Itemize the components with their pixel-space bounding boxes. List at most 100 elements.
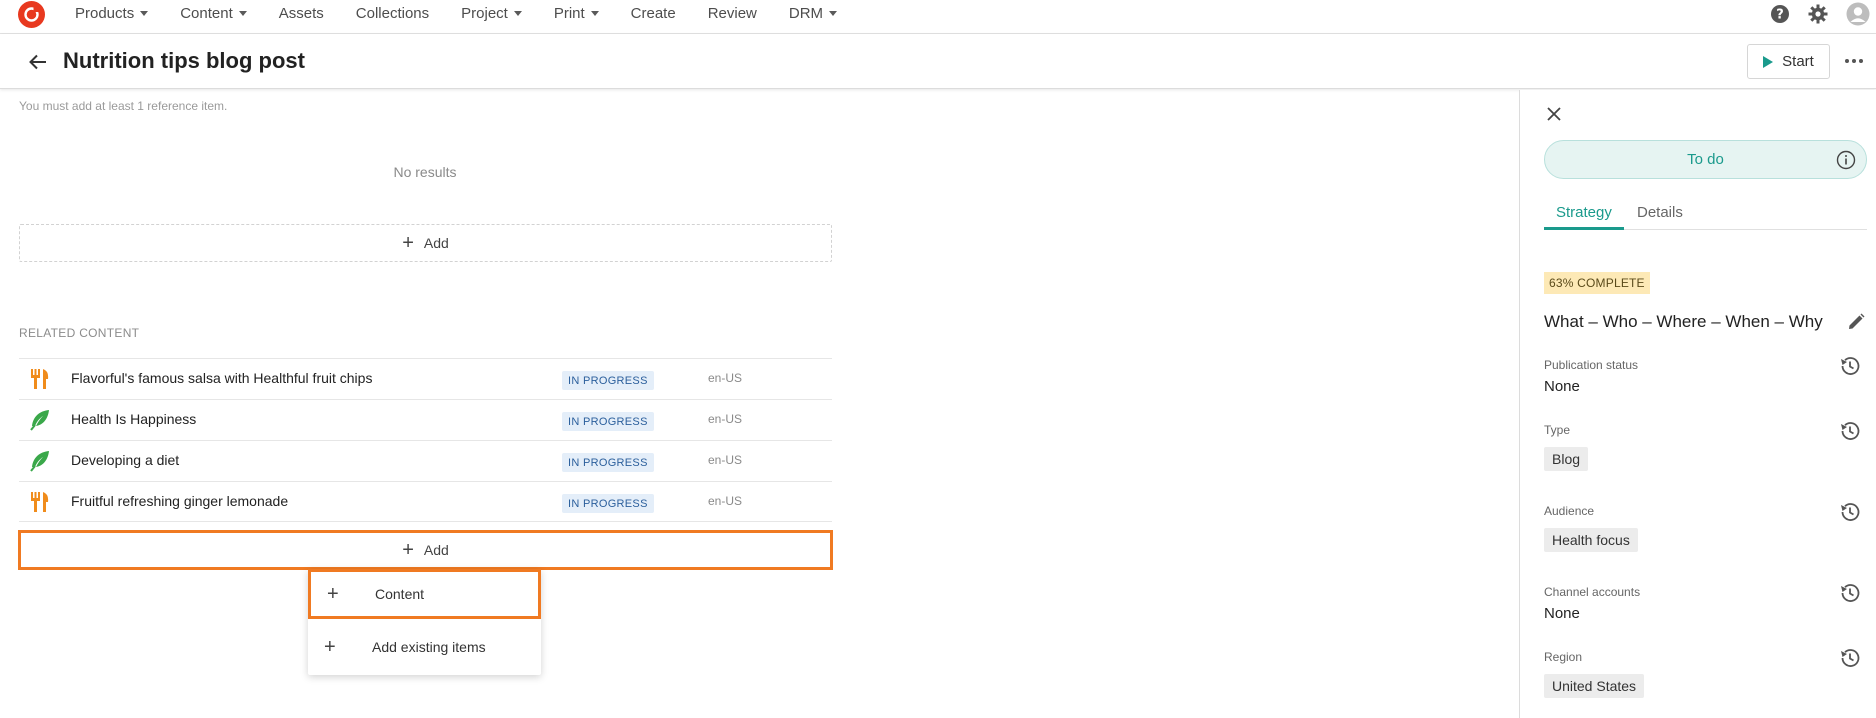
plus-icon: + xyxy=(327,583,339,605)
type-label: Type xyxy=(1544,423,1571,437)
type-chip: Blog xyxy=(1544,447,1589,471)
plus-icon: + xyxy=(324,636,336,658)
locale-text: en-US xyxy=(708,453,743,467)
nav-create-label: Create xyxy=(630,5,676,22)
related-content-title: Health Is Happiness xyxy=(71,411,197,427)
svg-text:?: ? xyxy=(1776,7,1784,22)
add-related-content-button[interactable]: + Add xyxy=(18,530,833,570)
add-existing-items-menu-item[interactable]: + Add existing items xyxy=(308,622,541,672)
channel-accounts-value: None xyxy=(1544,605,1580,622)
nav-products-label: Products xyxy=(75,5,135,22)
caret-down-icon xyxy=(140,11,149,16)
fork-knife-icon xyxy=(29,368,51,390)
nav-project[interactable]: Project xyxy=(461,5,522,22)
active-tab-indicator xyxy=(1544,227,1624,230)
add-reference-button[interactable]: + Add xyxy=(19,224,832,262)
related-content-title: Fruitful refreshing ginger lemonade xyxy=(71,493,289,509)
panel-tabs: Strategy Details xyxy=(1544,186,1867,230)
locale-text: en-US xyxy=(708,412,743,426)
related-content-title: Flavorful's famous salsa with Healthful … xyxy=(71,370,373,386)
feather-icon xyxy=(29,450,51,472)
nav-drm-label: DRM xyxy=(788,5,824,22)
related-content-list: Flavorful's famous salsa with Healthful … xyxy=(19,358,832,522)
region-label: Region xyxy=(1544,650,1583,664)
plus-icon: + xyxy=(402,232,414,254)
main-content: You must add at least 1 reference item. … xyxy=(0,90,1520,718)
history-icon[interactable] xyxy=(1838,581,1862,605)
caret-down-icon xyxy=(513,11,522,16)
workflow-state-label: To do xyxy=(1687,151,1724,168)
top-right-tools: ? xyxy=(1770,0,1876,27)
related-content-title: Developing a diet xyxy=(71,452,180,468)
related-content-row[interactable]: Developing a diet IN PROGRESS en-US xyxy=(19,440,832,481)
add-content-menu-item[interactable]: + Content xyxy=(308,569,541,619)
history-icon[interactable] xyxy=(1838,500,1862,524)
workflow-state-button[interactable]: To do xyxy=(1544,140,1867,179)
caret-down-icon xyxy=(238,11,247,16)
more-options-icon[interactable] xyxy=(1842,54,1866,68)
history-icon[interactable] xyxy=(1838,354,1862,378)
play-icon xyxy=(1763,55,1774,68)
audience-chip: Health focus xyxy=(1544,528,1638,552)
add-reference-label: Add xyxy=(423,235,449,251)
nav-create[interactable]: Create xyxy=(631,5,676,22)
nav-collections[interactable]: Collections xyxy=(356,5,429,22)
page-header: Nutrition tips blog post Start xyxy=(0,34,1876,89)
status-badge: IN PROGRESS xyxy=(562,494,654,513)
feather-icon xyxy=(29,409,51,431)
related-content-row[interactable]: Fruitful refreshing ginger lemonade IN P… xyxy=(19,481,832,522)
nav-project-label: Project xyxy=(461,5,508,22)
fork-knife-icon xyxy=(29,491,51,513)
channel-accounts-label: Channel accounts xyxy=(1544,585,1641,599)
nav-content[interactable]: Content xyxy=(180,5,247,22)
add-related-label: Add xyxy=(423,542,449,558)
no-results-text: No results xyxy=(393,164,457,180)
start-button[interactable]: Start xyxy=(1747,44,1830,79)
start-button-label: Start xyxy=(1782,53,1814,70)
details-side-panel: To do Strategy Details 63% COMPLETE What… xyxy=(1519,90,1876,718)
publication-status-label: Publication status xyxy=(1544,358,1639,372)
nav-content-label: Content xyxy=(180,5,233,22)
related-content-row[interactable]: Flavorful's famous salsa with Healthful … xyxy=(19,358,832,399)
nav-drm[interactable]: DRM xyxy=(788,5,838,22)
history-icon[interactable] xyxy=(1838,419,1862,443)
add-existing-items-label: Add existing items xyxy=(372,639,486,655)
top-nav: Products Content Assets Collections Proj… xyxy=(0,0,1876,34)
status-badge: IN PROGRESS xyxy=(562,453,654,472)
nav-assets-label: Assets xyxy=(278,5,324,22)
completion-badge: 63% COMPLETE xyxy=(1544,272,1650,294)
region-chip: United States xyxy=(1544,674,1645,698)
pencil-edit-icon[interactable] xyxy=(1846,312,1866,337)
nav-print-label: Print xyxy=(553,5,585,22)
tab-details[interactable]: Details xyxy=(1637,204,1683,221)
locale-text: en-US xyxy=(708,494,743,508)
nav-review[interactable]: Review xyxy=(708,5,757,22)
gear-icon[interactable] xyxy=(1808,4,1828,24)
add-menu-dropdown: + Content + Add existing items xyxy=(308,569,541,675)
audience-label: Audience xyxy=(1544,504,1595,518)
status-badge: IN PROGRESS xyxy=(562,371,654,390)
caret-down-icon xyxy=(590,11,599,16)
strategy-heading: What – Who – Where – When – Why xyxy=(1544,312,1823,331)
publication-status-value: None xyxy=(1544,378,1580,395)
back-arrow-icon[interactable] xyxy=(26,50,50,74)
related-content-row[interactable]: Health Is Happiness IN PROGRESS en-US xyxy=(19,399,832,440)
status-badge: IN PROGRESS xyxy=(562,412,654,431)
close-icon[interactable] xyxy=(1544,104,1564,124)
user-avatar-icon[interactable] xyxy=(1846,2,1870,26)
nav-collections-label: Collections xyxy=(355,5,430,22)
related-content-heading: RELATED CONTENT xyxy=(19,326,140,340)
plus-icon: + xyxy=(402,539,414,561)
info-icon[interactable] xyxy=(1836,150,1856,174)
add-content-label: Content xyxy=(375,586,425,602)
locale-text: en-US xyxy=(708,371,743,385)
nav-assets[interactable]: Assets xyxy=(279,5,324,22)
nav-review-label: Review xyxy=(707,5,757,22)
help-icon[interactable]: ? xyxy=(1770,4,1790,24)
app-logo-icon[interactable] xyxy=(18,1,45,28)
nav-print[interactable]: Print xyxy=(554,5,599,22)
tab-strategy[interactable]: Strategy xyxy=(1556,204,1612,221)
nav-products[interactable]: Products xyxy=(75,5,149,22)
history-icon[interactable] xyxy=(1838,646,1862,670)
caret-down-icon xyxy=(829,11,838,16)
